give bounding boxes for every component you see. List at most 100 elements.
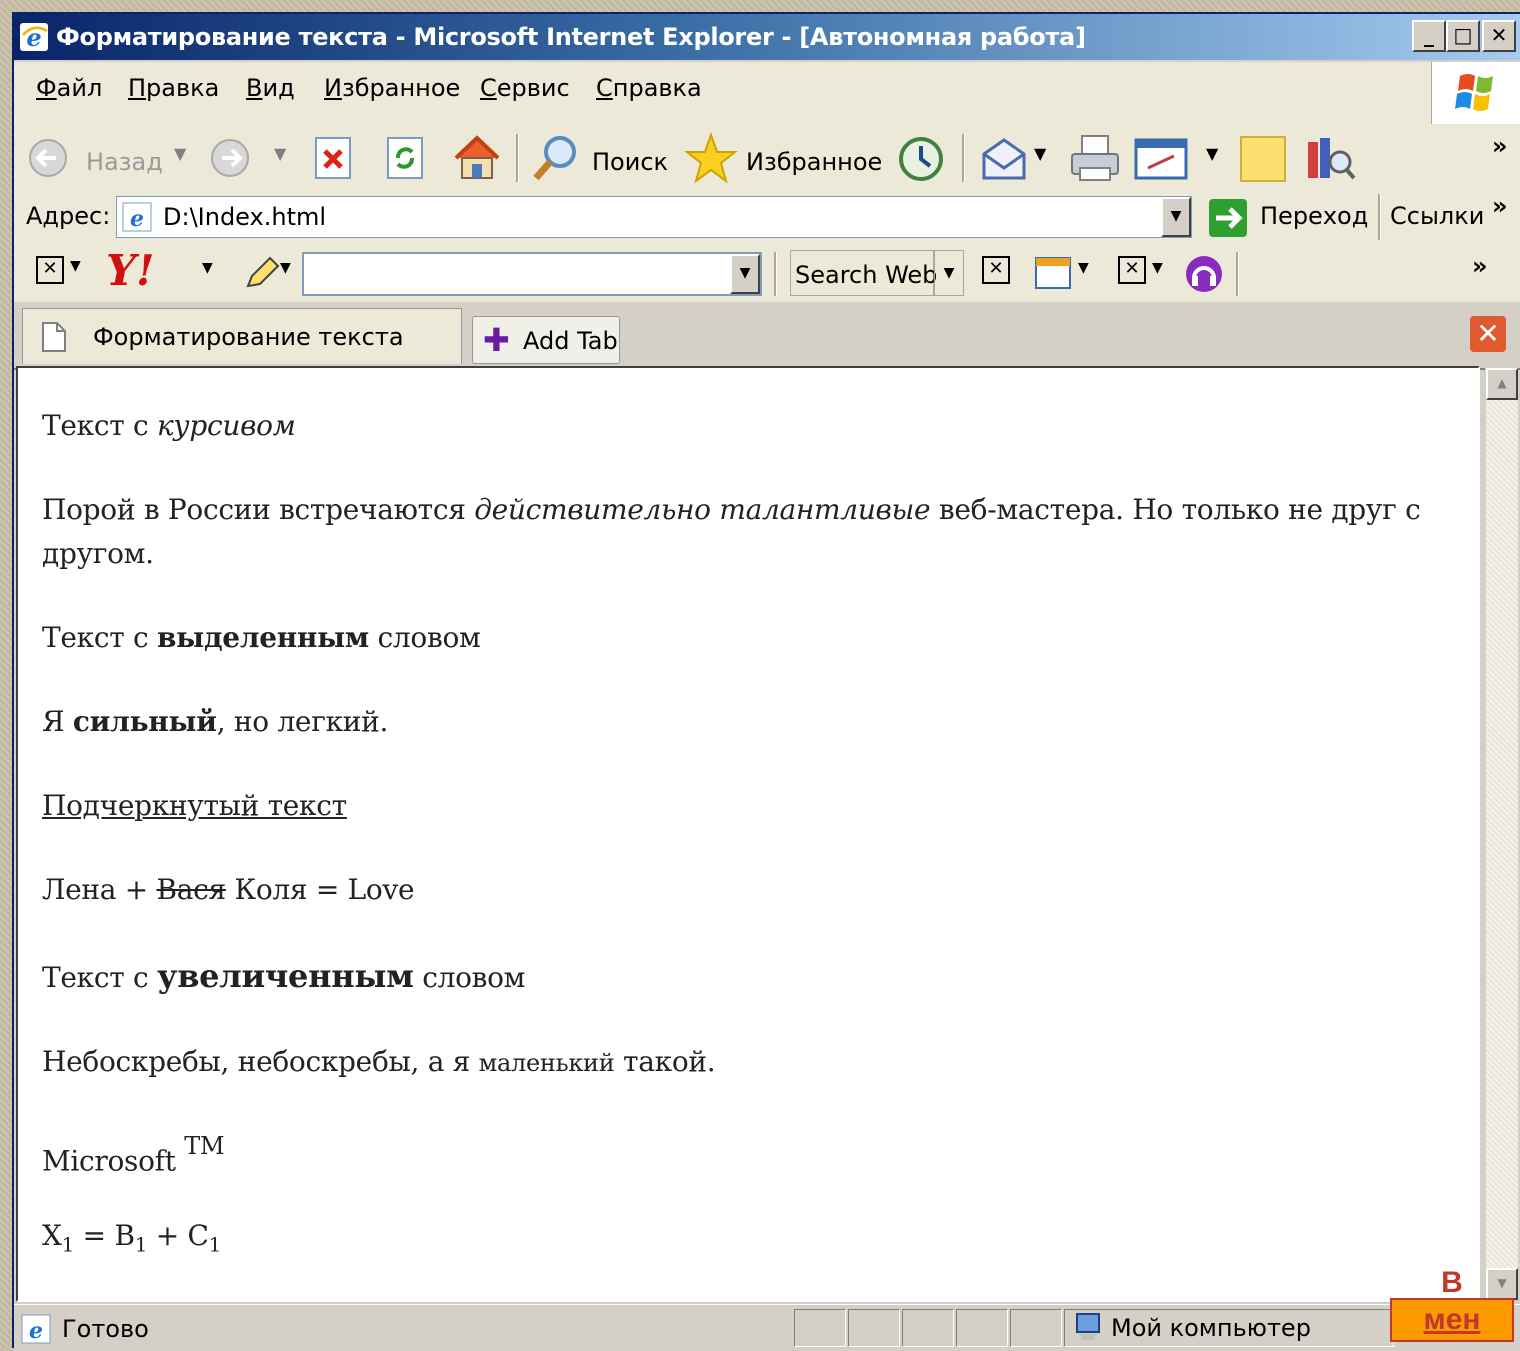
menu-bar: Файл Правка Вид Избранное Сервис Справка [14, 62, 1520, 127]
add-tab-button[interactable]: ✚ Add Tab [472, 316, 620, 364]
pencil-icon[interactable] [242, 254, 282, 292]
emphasis-phrase: действительно талантливые [474, 493, 931, 526]
subscript: 1 [208, 1232, 222, 1257]
browser-window: e Форматирование текста - Microsoft Inte… [12, 12, 1520, 1351]
scroll-up-icon[interactable]: ▲ [1486, 368, 1518, 400]
windows-logo-icon [1431, 62, 1520, 124]
maximize-icon: □ [1453, 23, 1473, 47]
strong-word: сильный [72, 705, 217, 738]
scroll-down-icon[interactable]: ▼ [1486, 1268, 1518, 1300]
title-bar[interactable]: e Форматирование текста - Microsoft Inte… [14, 14, 1520, 60]
menu-tools[interactable]: Сервис [480, 74, 570, 102]
forward-arrow-icon[interactable] [206, 138, 256, 178]
print-icon[interactable] [1068, 134, 1124, 184]
search-icon[interactable] [530, 134, 580, 184]
favorites-button[interactable]: Избранное [746, 148, 882, 176]
x-dropdown-icon[interactable]: ▼ [1152, 260, 1163, 276]
svg-text:e: e [130, 206, 144, 232]
paragraph-superscript: Microsoft TM [42, 1132, 225, 1178]
links-more-icon[interactable]: » [1492, 192, 1508, 220]
svg-text:e: e [29, 1318, 43, 1344]
go-button[interactable]: Переход [1260, 202, 1368, 230]
paragraph-underline: Подчеркнутый текст [42, 784, 347, 828]
note-icon[interactable] [1240, 136, 1286, 182]
paragraph-italic: Текст с курсивом [42, 409, 296, 442]
small-word: маленький [478, 1049, 615, 1077]
status-cell [794, 1309, 846, 1347]
toolbar-more-icon[interactable]: » [1492, 132, 1508, 160]
maximize-button[interactable]: □ [1446, 20, 1480, 52]
address-field[interactable]: e D:\Index.html ▼ [116, 196, 1192, 238]
favorites-star-icon[interactable] [684, 132, 738, 184]
overlay-label: В [1441, 1266, 1463, 1299]
yahoo-search-input[interactable]: ▼ [302, 252, 762, 296]
status-cell [902, 1309, 954, 1347]
search-web-dropdown-icon[interactable]: ▼ [934, 250, 964, 296]
yahoo-logo[interactable]: Y! [106, 246, 154, 295]
yahoo-more-icon[interactable]: » [1472, 252, 1488, 280]
go-arrow-icon[interactable] [1208, 198, 1248, 238]
subscript: 1 [61, 1232, 75, 1257]
tab-formatting[interactable]: Форматирование текста [22, 308, 462, 364]
big-word: увеличенным [157, 957, 414, 995]
window-title: Форматирование текста - Microsoft Intern… [56, 23, 1086, 51]
toolbar-separator [774, 252, 777, 296]
subscript: 1 [134, 1232, 148, 1257]
back-arrow-icon[interactable] [26, 138, 76, 178]
search-button[interactable]: Поиск [592, 148, 668, 176]
toolbar-menu-dropdown-icon[interactable]: ▼ [70, 258, 81, 274]
status-text: Готово [62, 1315, 149, 1343]
status-cell [1010, 1309, 1062, 1347]
paragraph-big: Текст с увеличенным словом [42, 957, 526, 995]
menu-edit[interactable]: Правка [128, 74, 219, 102]
standard-toolbar: Назад ▼ ▼ Поиск Избранное ▼ ▼ » [14, 126, 1520, 191]
ie-logo-icon: e [20, 23, 48, 52]
home-icon[interactable] [450, 134, 504, 182]
minimize-icon: _ [1424, 23, 1434, 47]
close-tab-icon[interactable]: ✕ [1470, 316, 1506, 352]
search-history-dropdown-icon[interactable]: ▼ [730, 254, 760, 294]
vertical-scrollbar[interactable]: ▲ ▼ [1485, 368, 1518, 1300]
x-button-icon[interactable]: ✕ [1118, 256, 1146, 284]
minimize-button[interactable]: _ [1412, 20, 1446, 52]
back-button[interactable]: Назад [86, 148, 163, 176]
mail-icon[interactable] [980, 136, 1030, 182]
links-button[interactable]: Ссылки [1390, 202, 1484, 230]
status-bar: e Готово Мой компьютер [14, 1304, 1520, 1351]
menu-help[interactable]: Справка [596, 74, 702, 102]
research-icon[interactable] [1304, 132, 1356, 184]
edit-icon[interactable] [1134, 138, 1190, 182]
page-content: Текст с курсивом Порой в России встречаю… [16, 366, 1480, 1302]
my-computer-icon [1076, 1313, 1100, 1340]
refresh-icon[interactable] [384, 136, 428, 182]
address-label: Адрес: [26, 202, 111, 230]
menu-favorites[interactable]: Избранное [324, 74, 460, 102]
close-toolbar-icon[interactable]: ✕ [36, 256, 64, 284]
calendar-icon[interactable] [1034, 254, 1074, 292]
toolbar-separator [962, 134, 965, 182]
stop-icon[interactable] [312, 136, 356, 182]
menu-link[interactable]: мен [1390, 1298, 1514, 1342]
mail-dropdown-icon[interactable]: ▼ [1034, 144, 1046, 163]
menu-view[interactable]: Вид [246, 74, 295, 102]
status-cell [956, 1309, 1008, 1347]
history-icon[interactable] [894, 134, 948, 184]
edit-dropdown-icon[interactable]: ▼ [1206, 144, 1218, 163]
paragraph-small: Небоскребы, небоскребы, а я маленький та… [42, 1045, 716, 1078]
search-web-button[interactable]: Search Web [790, 250, 937, 296]
pencil-dropdown-icon[interactable]: ▼ [280, 260, 291, 276]
menu-file[interactable]: Файл [36, 74, 102, 102]
x-button-icon[interactable]: ✕ [982, 256, 1010, 284]
back-dropdown-icon[interactable]: ▼ [174, 144, 186, 163]
yahoo-dropdown-icon[interactable]: ▼ [202, 260, 213, 276]
paragraph-bold: Текст с выделенным словом [42, 621, 481, 654]
yahoo-toolbar: ✕ ▼ Y! ▼ ▼ ▼ Search Web ▼ ✕ ▼ ✕ ▼ » [14, 244, 1520, 303]
address-dropdown-icon[interactable]: ▼ [1161, 197, 1191, 237]
security-zone[interactable]: Мой компьютер [1064, 1309, 1394, 1347]
bold-word: выделенным [157, 621, 369, 654]
headphones-icon[interactable] [1184, 254, 1224, 294]
calendar-dropdown-icon[interactable]: ▼ [1078, 260, 1089, 276]
paragraph-emphasis: Порой в России встречаются действительно… [42, 493, 1421, 570]
close-button[interactable]: ✕ [1482, 20, 1516, 52]
forward-dropdown-icon[interactable]: ▼ [274, 144, 286, 163]
